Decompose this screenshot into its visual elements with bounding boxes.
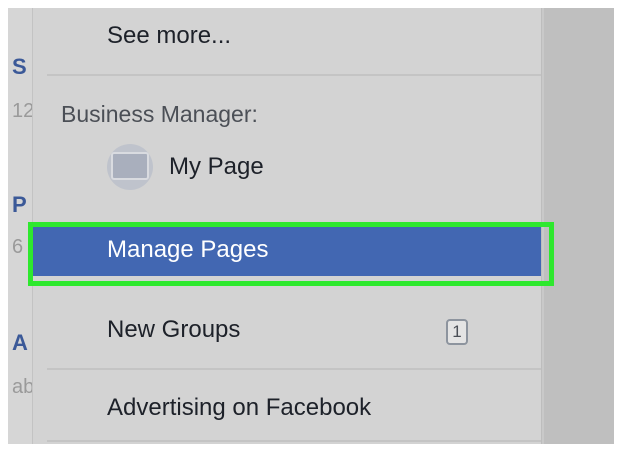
business-manager-header: Business Manager: bbox=[61, 101, 258, 127]
screenshot-viewport: S 12 P 6 A ab See more... Business Manag… bbox=[0, 0, 622, 450]
sidebar-item-initial[interactable]: P bbox=[12, 194, 27, 216]
see-more-link[interactable]: See more... bbox=[33, 16, 541, 56]
sidebar-item-subtext: ab bbox=[12, 376, 35, 398]
manage-pages-item[interactable]: Manage Pages bbox=[33, 224, 541, 276]
background-right-area bbox=[544, 8, 614, 444]
menu-divider bbox=[47, 440, 541, 442]
background-sidebar: S 12 P 6 A ab bbox=[8, 8, 35, 444]
new-groups-count-badge: 1 bbox=[446, 319, 468, 345]
dropdown-menu: See more... Business Manager: My Page Ma… bbox=[32, 8, 542, 444]
advertising-on-facebook-link[interactable]: Advertising on Facebook bbox=[33, 388, 541, 428]
page-item-my-page[interactable]: My Page bbox=[33, 144, 541, 190]
page-cover-shape bbox=[111, 152, 149, 180]
page-avatar-icon bbox=[107, 144, 153, 190]
sidebar-item-initial[interactable]: A bbox=[12, 332, 28, 354]
sidebar-item-initial[interactable]: S bbox=[12, 56, 27, 78]
new-groups-label: New Groups bbox=[107, 316, 241, 343]
facebook-page-background: S 12 P 6 A ab See more... Business Manag… bbox=[8, 8, 614, 444]
sidebar-item-subtext: 12 bbox=[12, 100, 35, 122]
see-more-label: See more... bbox=[107, 22, 232, 49]
manage-pages-label: Manage Pages bbox=[107, 236, 269, 263]
new-groups-item[interactable]: New Groups 1 bbox=[33, 310, 541, 350]
sidebar-item-subtext: 6 bbox=[12, 236, 24, 258]
page-item-label: My Page bbox=[169, 153, 264, 180]
menu-divider bbox=[47, 368, 541, 370]
menu-divider bbox=[47, 74, 541, 76]
advertising-label: Advertising on Facebook bbox=[107, 394, 372, 421]
